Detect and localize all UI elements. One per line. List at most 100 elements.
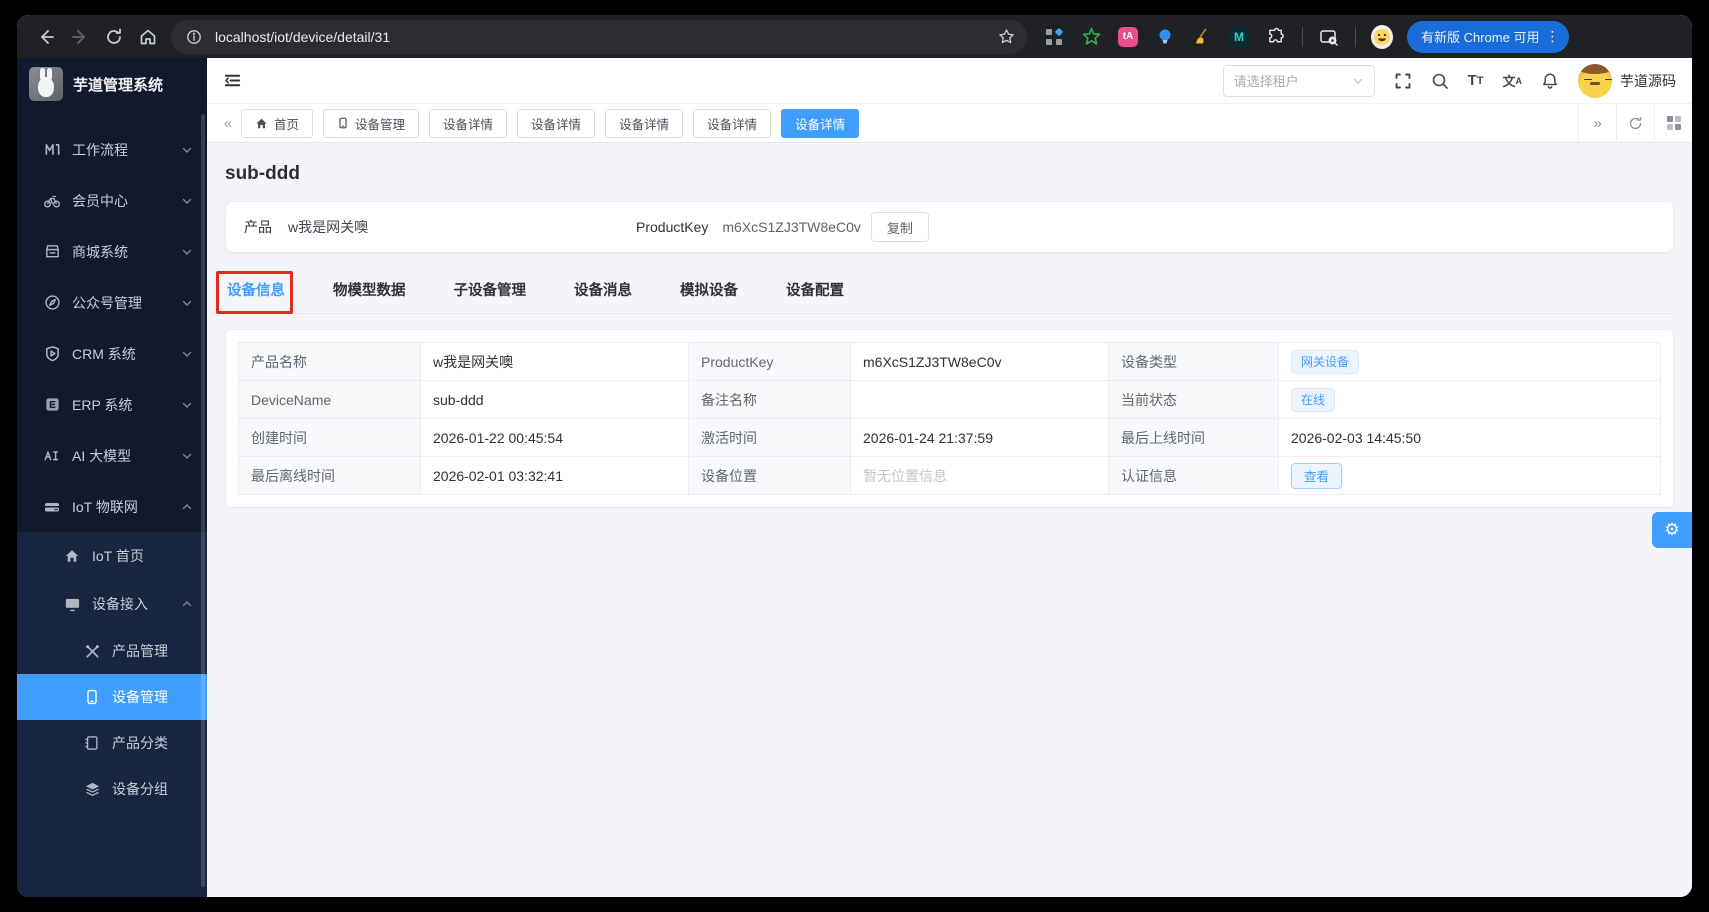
cell-label: 认证信息 (1108, 456, 1279, 495)
app-logo[interactable]: 芋道管理系统 (17, 58, 207, 110)
sidebar-item-product-category[interactable]: 产品分类 (17, 720, 207, 766)
view-tab-device-detail[interactable]: 设备详情 (605, 108, 684, 138)
notification-bell-icon[interactable] (1541, 72, 1559, 90)
sidebar-scrollbar[interactable] (201, 114, 205, 887)
pinned-extensions-grid-icon[interactable] (1043, 26, 1065, 48)
sidebar-item-label: AI 大模型 (72, 447, 132, 464)
language-icon[interactable]: 文A (1502, 71, 1522, 90)
sidebar-item-iot-home[interactable]: IoT 首页 (17, 532, 207, 580)
table-row: 最后离线时间 2026-02-01 03:32:41 设备位置 暂无位置信息 认… (238, 456, 1661, 495)
tab-simulate-device[interactable]: 模拟设备 (680, 279, 738, 300)
view-auth-button[interactable]: 查看 (1291, 462, 1343, 489)
view-tab-label: 设备详情 (619, 117, 670, 132)
layout-grid-icon[interactable] (1654, 103, 1692, 143)
sidebar-item-device-access[interactable]: 设备接入 (17, 580, 207, 628)
cell-value: 查看 (1278, 456, 1661, 495)
bookmark-star-icon[interactable] (998, 28, 1015, 45)
sidebar: 芋道管理系统 报表管理 工作流程 (17, 58, 207, 897)
green-star-extension-icon[interactable] (1080, 26, 1102, 48)
tab-device-config[interactable]: 设备配置 (786, 279, 844, 300)
tab-device-info[interactable]: 设备信息 (225, 279, 287, 314)
sidebar-item-iot[interactable]: IoT 物联网 (17, 481, 207, 532)
monica-extension-icon[interactable]: M (1228, 26, 1250, 48)
translate-extension-icon[interactable]: tA (1117, 26, 1139, 48)
sidebar-item-label: 会员中心 (72, 192, 128, 209)
lamp-extension-icon[interactable] (1154, 26, 1176, 48)
forward-icon[interactable] (63, 20, 97, 54)
tenant-select-placeholder: 请选择租户 (1233, 74, 1299, 89)
cell-label: DeviceName (238, 380, 421, 419)
tenant-select[interactable]: 请选择租户 (1222, 64, 1375, 97)
view-tab-device-management[interactable]: 设备管理 (323, 108, 420, 138)
tabs-scroll-left-icon[interactable]: « (215, 115, 241, 132)
tabs-scroll-right-icon[interactable]: » (1578, 103, 1616, 143)
view-tab-device-detail[interactable]: 设备详情 (693, 108, 772, 138)
device-info-table: 产品名称 w我是网关噢 ProductKey m6XcS1ZJ3TW8eC0v … (238, 342, 1661, 495)
chrome-update-button[interactable]: 有新版 Chrome 可用 ⋮ (1407, 20, 1570, 53)
view-tab-home[interactable]: 首页 (241, 108, 314, 138)
view-tab-device-detail[interactable]: 设备详情 (429, 108, 508, 138)
store-icon (43, 243, 61, 261)
sidebar-item-device-group[interactable]: 设备分组 (17, 766, 207, 812)
sidebar-item-label: 公众号管理 (72, 294, 142, 311)
sidebar-item-erp[interactable]: ERP 系统 (17, 379, 207, 430)
sidebar-item-device-management[interactable]: 设备管理 (17, 674, 207, 720)
emoji-profile-icon[interactable] (1371, 24, 1393, 49)
address-bar[interactable]: localhost/iot/device/detail/31 (171, 19, 1027, 54)
sidebar-item-product-management[interactable]: 产品管理 (17, 628, 207, 674)
reload-icon[interactable] (97, 20, 131, 54)
cell-label: 最后离线时间 (238, 456, 421, 495)
cell-value: m6XcS1ZJ3TW8eC0v (850, 342, 1109, 381)
sidebar-item-ai[interactable]: AI 大模型 (17, 430, 207, 481)
view-tab-label: 首页 (274, 117, 300, 132)
cell-value: 2026-01-24 21:37:59 (850, 418, 1109, 457)
copy-button[interactable]: 复制 (870, 212, 929, 242)
layers-icon (83, 780, 101, 798)
search-icon[interactable] (1431, 72, 1449, 90)
collapse-menu-icon[interactable] (223, 71, 242, 90)
tab-device-message[interactable]: 设备消息 (574, 279, 632, 300)
cell-label: 设备位置 (688, 456, 851, 495)
cell-value: 网关设备 (1278, 342, 1661, 381)
settings-gear-button[interactable]: ⚙ (1652, 512, 1692, 548)
home-icon (63, 547, 81, 565)
cell-value: sub-ddd (420, 380, 689, 419)
cell-label: 产品名称 (238, 342, 421, 381)
home-icon (255, 117, 268, 130)
sidebar-item-label: 产品分类 (112, 735, 168, 751)
erp-box-icon (43, 396, 61, 414)
home-icon[interactable] (131, 20, 165, 54)
user-menu[interactable]: 芋道源码 (1578, 63, 1676, 98)
sidebar-item-mall[interactable]: 商城系统 (17, 226, 207, 277)
font-size-icon[interactable]: TT (1468, 72, 1484, 89)
extensions-puzzle-icon[interactable] (1265, 26, 1287, 48)
url-text[interactable]: localhost/iot/device/detail/31 (215, 29, 390, 45)
table-row: 产品名称 w我是网关噢 ProductKey m6XcS1ZJ3TW8eC0v … (238, 342, 1661, 381)
view-tab-device-detail[interactable]: 设备详情 (517, 108, 596, 138)
broom-extension-icon[interactable] (1191, 26, 1213, 48)
view-tab-device-detail-active[interactable]: 设备详情 (781, 108, 860, 138)
sidebar-item-report-clipped[interactable]: 报表管理 (17, 110, 207, 124)
browser-window: localhost/iot/device/detail/31 tA M 有新版 … (17, 15, 1692, 897)
sidebar-item-label: ERP 系统 (72, 396, 133, 413)
play-badge-icon (43, 345, 61, 363)
tab-sub-device-management[interactable]: 子设备管理 (454, 279, 527, 300)
sidebar-item-label: 设备分组 (112, 781, 168, 797)
capture-tool-icon[interactable] (1318, 26, 1340, 48)
site-info-icon[interactable] (183, 26, 205, 48)
tab-thing-model-data[interactable]: 物模型数据 (333, 279, 406, 300)
page-title: sub-ddd (225, 163, 300, 184)
sidebar-item-official-account[interactable]: 公众号管理 (17, 277, 207, 328)
sidebar-submenu-iot: IoT 首页 设备接入 产品管理 设备管理 产品分类 设备分组 (17, 532, 207, 897)
sidebar-item-member[interactable]: 会员中心 (17, 175, 207, 226)
toolbar-separator (1355, 26, 1356, 47)
chrome-update-label: 有新版 Chrome 可用 (1421, 30, 1540, 45)
refresh-icon[interactable] (1616, 103, 1654, 143)
sidebar-item-workflow[interactable]: 工作流程 (17, 124, 207, 175)
back-icon[interactable] (29, 20, 63, 54)
browser-menu-icon[interactable]: ⋮ (1543, 28, 1561, 45)
cell-label: ProductKey (688, 342, 851, 381)
monitor-icon (63, 595, 81, 613)
sidebar-item-crm[interactable]: CRM 系统 (17, 328, 207, 379)
fullscreen-icon[interactable] (1394, 72, 1412, 90)
